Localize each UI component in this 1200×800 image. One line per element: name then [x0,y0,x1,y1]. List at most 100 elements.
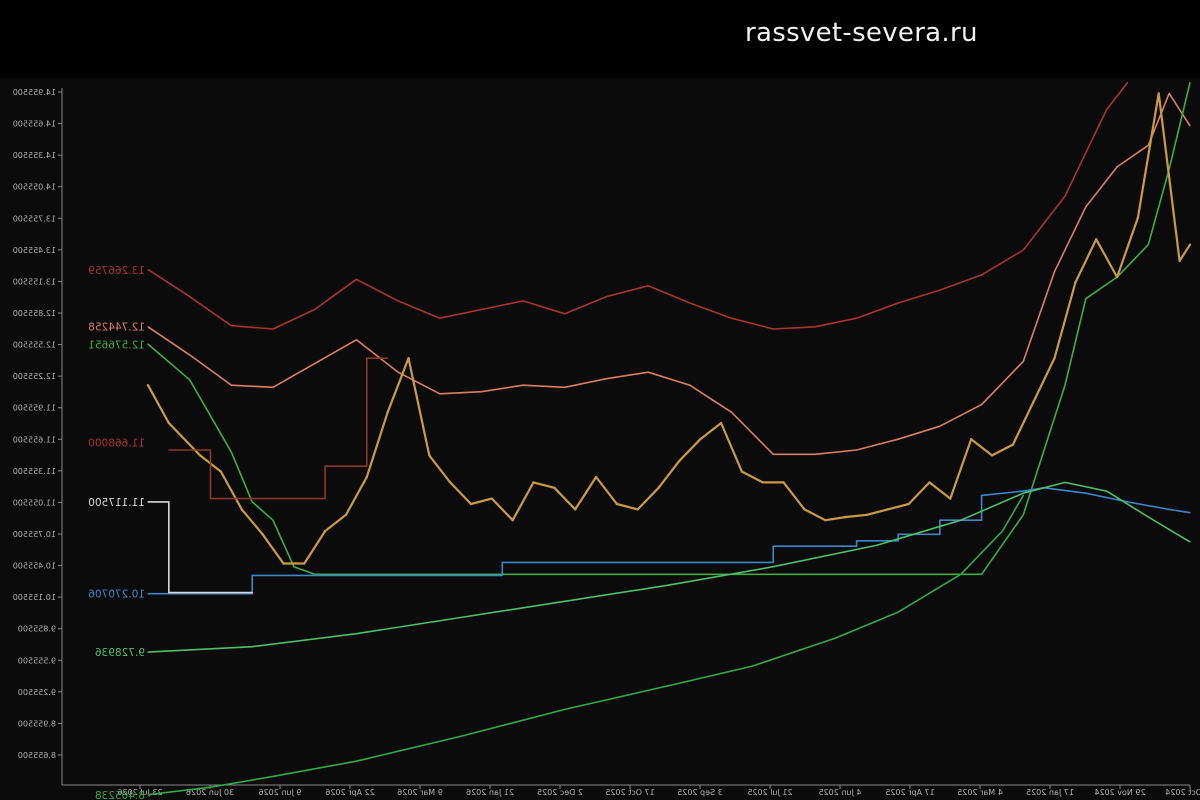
level-label: 8.405238 [95,790,145,800]
y-tick-label: 9.255500 [18,688,56,697]
data-point [1178,259,1181,263]
data-point [814,326,816,328]
data-point [564,600,566,602]
x-tick-label: 4 Mar 2025 [957,788,1003,797]
data-point [490,497,494,500]
level-label: 9.728936 [95,647,145,659]
y-tick-label: 9.555500 [18,656,56,665]
data-point [1106,490,1108,492]
data-point [803,508,806,511]
data-point [355,760,357,762]
data-point [501,561,503,564]
data-point [1116,166,1118,168]
data-point [522,300,524,302]
level-label: 11.668000 [88,438,145,450]
data-point [199,592,201,594]
data-point [564,386,566,388]
data-point [1095,238,1098,241]
data-point [1043,449,1045,451]
y-tick-label: 13.155500 [13,277,56,286]
data-point [147,501,149,503]
y-tick-label: 14.955500 [13,88,56,97]
data-point [251,592,253,594]
level-label: 13.266759 [88,265,145,277]
data-point [939,533,941,535]
y-tick-label: 12.855500 [13,309,56,318]
x-tick-label: 22 Apr 2026 [325,788,374,797]
data-point [856,317,858,319]
data-point [449,481,452,484]
data-point [230,451,232,453]
data-point [960,573,962,575]
data-point [261,533,264,536]
data-point [167,421,170,425]
data-point [981,404,983,406]
data-point [615,502,619,506]
y-tick-label: 11.055500 [13,498,56,507]
chart-area: rassvet-severa.ru 14.955500 14.655500 14.3… [0,0,1200,800]
data-point [1115,275,1119,279]
data-point [344,513,348,516]
x-tick-label: 21 Jul 2025 [747,788,792,797]
x-tick-label: 9 Mar 2026 [397,788,443,797]
level-label: 12.744258 [88,321,145,333]
data-point [647,285,649,287]
data-point [856,545,858,547]
data-point [1168,92,1170,94]
y-tick-label: 12.255500 [13,372,56,381]
data-point [605,296,608,298]
data-point [740,470,744,473]
data-point [782,481,785,484]
data-point [730,317,733,319]
x-tick-label: 17 Oct 2025 [605,788,654,797]
data-point [480,391,482,393]
data-point [460,735,462,738]
data-point [251,574,253,577]
y-tick-label: 14.655500 [13,120,56,129]
data-point [897,540,899,542]
data-point [460,616,462,619]
data-point [1189,512,1191,514]
data-point [532,481,535,484]
chart-panel [0,78,1200,800]
data-point [981,573,983,575]
y-tick-label: 8.955500 [18,719,56,728]
data-point [324,498,326,500]
data-point [605,378,608,380]
data-point [1085,492,1087,494]
y-tick-label: 10.755500 [13,530,56,539]
data-point [678,459,681,462]
price-chart[interactable]: 14.955500 14.655500 14.355500 14.055500 13.7… [0,0,1200,800]
data-point [772,328,774,330]
x-tick-label: 17 Jan 2025 [1026,788,1074,797]
y-tick-label: 11.955500 [13,404,56,413]
data-point [1126,501,1129,503]
x-tick-label: 4 Jun 2025 [818,788,861,797]
y-tick-label: 14.355500 [13,151,56,160]
data-point [209,498,212,500]
data-point [251,498,253,500]
data-point [939,519,941,521]
data-point [1064,481,1066,483]
data-point [209,449,212,451]
data-point [772,561,774,564]
data-point [147,651,149,653]
y-tick-label: 9.855500 [18,625,56,634]
data-point [189,379,191,381]
data-point [960,519,962,521]
data-point [897,533,899,535]
data-point [314,308,316,311]
data-point [147,593,149,595]
data-point [657,486,660,489]
data-point [1189,82,1191,84]
data-point [168,449,170,451]
data-point [553,486,556,489]
data-point [522,384,524,386]
level-label: 10.270706 [88,589,145,601]
data-point [876,544,879,546]
data-point [856,449,858,451]
data-point [865,513,869,516]
data-point [981,494,983,496]
data-point [761,481,764,484]
data-point [168,592,170,594]
